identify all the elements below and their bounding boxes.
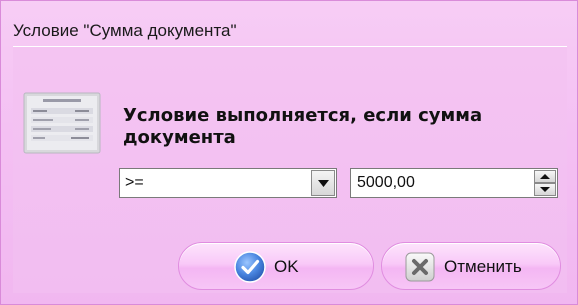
condition-dialog: Условие "Сумма документа" Условие выполн… — [0, 0, 578, 305]
dialog-title: Условие "Сумма документа" — [13, 21, 237, 40]
ok-button[interactable]: OK — [178, 242, 374, 290]
amount-increment-button[interactable] — [534, 170, 556, 183]
operator-dropdown-button[interactable] — [311, 170, 335, 196]
amount-value: 5000,00 — [357, 174, 415, 191]
cancel-button[interactable]: Отменить — [381, 242, 561, 290]
amount-input[interactable]: 5000,00 — [350, 168, 558, 198]
amount-spinner — [534, 170, 556, 196]
ok-button-label: OK — [274, 257, 299, 276]
chevron-down-icon — [318, 180, 329, 187]
operator-value: >= — [125, 174, 144, 191]
arrow-up-icon — [540, 174, 550, 179]
check-icon — [234, 251, 266, 283]
receipt-icon — [23, 92, 101, 154]
amount-decrement-button[interactable] — [534, 183, 556, 196]
operator-select[interactable]: >= — [119, 168, 337, 198]
condition-message: Условие выполняется, если сумма документ… — [123, 105, 483, 148]
cancel-button-label: Отменить — [444, 257, 522, 276]
arrow-down-icon — [540, 187, 550, 192]
close-icon — [405, 252, 435, 282]
